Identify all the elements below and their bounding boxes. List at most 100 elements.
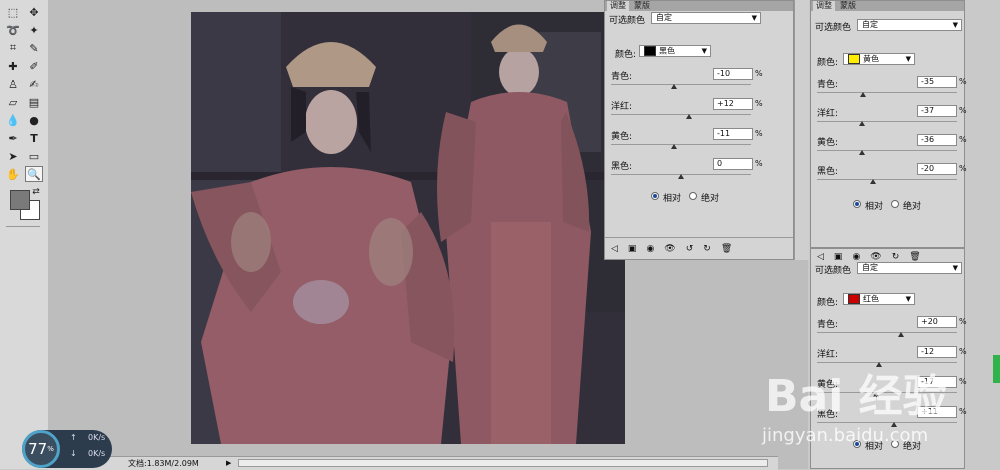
slider-thumb[interactable] — [858, 150, 865, 155]
slider-thumb[interactable] — [858, 121, 865, 126]
slider-thumb[interactable] — [678, 174, 684, 179]
preset-select[interactable]: 自定 ▼ — [857, 262, 962, 274]
panel-tabs: 调整 蒙版 — [605, 1, 793, 11]
move-tool-icon[interactable]: ✥ — [25, 4, 43, 20]
slider-thumb[interactable] — [898, 332, 904, 337]
back-arrow-icon[interactable]: ◁ — [817, 252, 824, 262]
magic-wand-tool-icon[interactable]: ✦ — [25, 22, 43, 38]
status-bar: 33.88% 文档:1.83M/2.09M ▶ — [48, 456, 778, 470]
gradient-tool-icon[interactable]: ▤ — [25, 94, 43, 110]
slider-value-input[interactable]: -35 — [917, 76, 957, 88]
color-swatch — [848, 54, 860, 64]
foreground-color-swatch[interactable] — [10, 190, 30, 210]
slider-track[interactable] — [817, 179, 957, 180]
slider-value-input[interactable]: -10 — [713, 68, 753, 80]
visibility-eye-icon[interactable]: 👁 — [664, 244, 675, 254]
zoom-tool-icon[interactable]: 🔍 — [25, 166, 43, 182]
chevron-down-icon: ▼ — [751, 14, 757, 22]
percent-sign: % — [959, 135, 967, 144]
slider-value-input[interactable]: +20 — [917, 316, 957, 328]
brush-tool-icon[interactable]: ✐ — [25, 58, 43, 74]
lasso-tool-icon[interactable]: ➰ — [4, 22, 22, 38]
clip-icon[interactable]: ◉ — [852, 252, 860, 262]
pen-tool-icon[interactable]: ✒ — [4, 130, 22, 146]
document-canvas[interactable] — [191, 12, 625, 444]
chevron-down-icon: ▼ — [905, 295, 911, 303]
slider-value-input[interactable]: -37 — [917, 105, 957, 117]
slider-thumb[interactable] — [870, 179, 876, 184]
adjustments-panel-yellow: 调整 蒙版 可选颜色 自定 ▼ 颜色: 黄色 ▼ 青色: -35% 洋红: -37% 黄色:… — [810, 0, 967, 248]
chevron-down-icon: ▼ — [701, 47, 707, 55]
slider-track[interactable] — [817, 92, 957, 93]
slider-track[interactable] — [611, 114, 751, 115]
slider-value-input[interactable]: -36 — [917, 134, 957, 146]
slider-thumb[interactable] — [671, 144, 677, 149]
memory-gauge: 77% — [22, 430, 60, 468]
absolute-radio[interactable] — [689, 192, 697, 200]
slider-value-input[interactable]: +12 — [713, 98, 753, 110]
path-selection-tool-icon[interactable]: ➤ — [4, 148, 22, 164]
marquee-tool-icon[interactable]: ⬚ — [4, 4, 22, 20]
slider-value-input[interactable]: -12 — [917, 346, 957, 358]
side-tab[interactable] — [993, 355, 1000, 383]
color-select[interactable]: 黑色 ▼ — [639, 45, 711, 57]
slider-value-input[interactable]: -20 — [917, 163, 957, 175]
hand-tool-icon[interactable]: ✋ — [4, 166, 22, 182]
back-arrow-icon[interactable]: ◁ — [611, 244, 618, 254]
relative-radio[interactable] — [853, 200, 861, 208]
relative-radio[interactable] — [651, 192, 659, 200]
slider-track[interactable] — [611, 144, 751, 145]
absolute-radio[interactable] — [891, 200, 899, 208]
slider-thumb[interactable] — [686, 114, 693, 119]
slider-thumb[interactable] — [671, 84, 677, 89]
horizontal-scrollbar[interactable] — [238, 459, 768, 467]
new-layer-icon[interactable]: ▣ — [834, 252, 843, 262]
shape-tool-icon[interactable]: ▭ — [25, 148, 43, 164]
slider-label: 洋红: — [817, 109, 839, 119]
clone-stamp-tool-icon[interactable]: ♙ — [4, 76, 22, 92]
view-previous-icon[interactable]: ↺ — [686, 244, 694, 254]
slider-track[interactable] — [817, 121, 957, 122]
tab-adjustments[interactable]: 调整 — [607, 1, 629, 11]
download-speed: 0K/s — [88, 449, 106, 458]
canvas-scrollbar[interactable] — [794, 0, 809, 260]
preset-select[interactable]: 自定 ▼ — [651, 12, 761, 24]
slider-thumb[interactable] — [860, 92, 867, 97]
preset-select[interactable]: 自定 ▼ — [857, 19, 962, 31]
slider-label: 青色: — [817, 80, 839, 90]
percent-sign: % — [959, 377, 967, 386]
panel-tabs: 调整 蒙版 — [811, 1, 964, 11]
reset-icon[interactable]: ↻ — [892, 252, 900, 262]
percent-sign: % — [959, 347, 967, 356]
color-select[interactable]: 红色 ▼ — [843, 293, 915, 305]
slider-value-input[interactable]: 0 — [713, 158, 753, 170]
color-label: 颜色: — [817, 58, 839, 68]
slider-value-input[interactable]: -11 — [713, 128, 753, 140]
new-layer-icon[interactable]: ▣ — [628, 244, 637, 254]
toolbox: ⬚ ✥ ➰ ✦ ⌗ ✎ ✚ ✐ ♙ ✍ ▱ ▤ 💧 ● ✒ T ➤ ▭ ✋ 🔍 … — [0, 0, 49, 469]
watermark-url: jingyan.baidu.com — [762, 425, 929, 446]
color-select[interactable]: 黄色 ▼ — [843, 53, 915, 65]
trash-icon[interactable]: 🗑 — [721, 244, 732, 254]
blur-tool-icon[interactable]: 💧 — [4, 112, 22, 128]
crop-tool-icon[interactable]: ⌗ — [4, 40, 22, 56]
type-tool-icon[interactable]: T — [25, 130, 43, 146]
gauge-unit: % — [47, 445, 54, 453]
trash-icon[interactable]: 🗑 — [909, 252, 920, 262]
slider-track[interactable] — [817, 150, 957, 151]
slider-track[interactable] — [817, 332, 957, 333]
eyedropper-tool-icon[interactable]: ✎ — [25, 40, 43, 56]
healing-brush-tool-icon[interactable]: ✚ — [4, 58, 22, 74]
clip-icon[interactable]: ◉ — [646, 244, 654, 254]
tab-adjustments[interactable]: 调整 — [813, 1, 835, 11]
tab-masks[interactable]: 蒙版 — [837, 1, 859, 11]
tab-masks[interactable]: 蒙版 — [631, 1, 653, 11]
visibility-eye-icon[interactable]: 👁 — [870, 252, 881, 262]
slider-track[interactable] — [611, 84, 751, 85]
status-menu-arrow-icon[interactable]: ▶ — [226, 457, 231, 470]
history-brush-tool-icon[interactable]: ✍ — [25, 76, 43, 92]
preset-value: 自定 — [656, 13, 672, 22]
reset-icon[interactable]: ↻ — [703, 244, 711, 254]
eraser-tool-icon[interactable]: ▱ — [4, 94, 22, 110]
dodge-tool-icon[interactable]: ● — [25, 112, 43, 128]
